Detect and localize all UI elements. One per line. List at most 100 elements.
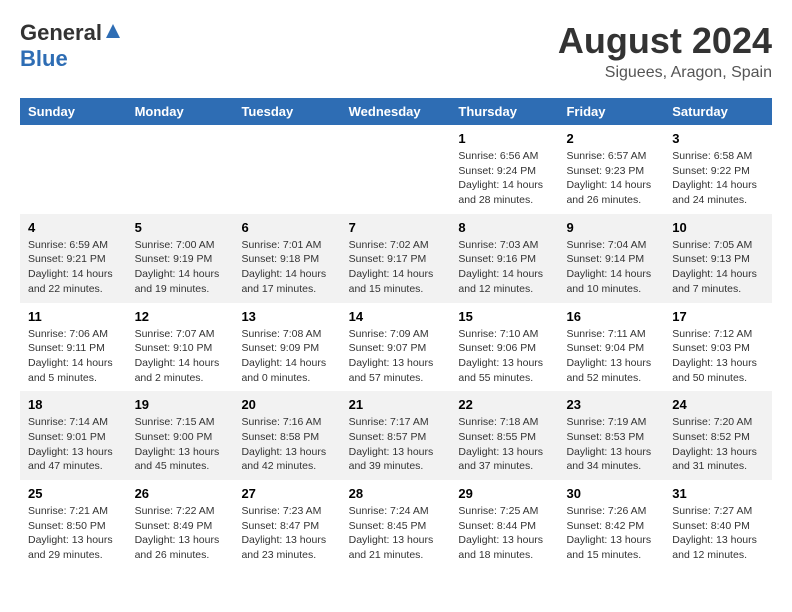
week-row-2: 4 Sunrise: 6:59 AM Sunset: 9:21 PM Daylig…	[20, 214, 772, 303]
header-row: SundayMondayTuesdayWednesdayThursdayFrid…	[20, 98, 772, 125]
week-row-5: 25Sunrise: 7:21 AM Sunset: 8:50 PM Dayli…	[20, 480, 772, 569]
calendar-cell: 22Sunrise: 7:18 AM Sunset: 8:55 PM Dayli…	[450, 391, 558, 480]
logo-general-text: General	[20, 20, 102, 46]
header-day-wednesday: Wednesday	[341, 98, 451, 125]
day-number: 15	[458, 309, 550, 324]
calendar-cell: 9 Sunrise: 7:04 AM Sunset: 9:14 PM Daylig…	[558, 214, 664, 303]
calendar-cell: 29 Sunrise: 7:25 AM Sunset: 8:44 PM Dayli…	[450, 480, 558, 569]
day-number: 9	[566, 220, 656, 235]
day-number: 21	[349, 397, 443, 412]
day-info: Sunrise: 7:22 AM Sunset: 8:49 PM Dayligh…	[135, 504, 226, 563]
day-number: 2	[566, 131, 656, 146]
week-row-4: 18 Sunrise: 7:14 AM Sunset: 9:01 PM Dayli…	[20, 391, 772, 480]
day-info: Sunrise: 7:23 AM Sunset: 8:47 PM Dayligh…	[241, 504, 332, 563]
day-info: Sunrise: 6:59 AM Sunset: 9:21 PM Dayligh…	[28, 238, 119, 297]
calendar-header: SundayMondayTuesdayWednesdayThursdayFrid…	[20, 98, 772, 125]
day-number: 10	[672, 220, 764, 235]
day-number: 5	[135, 220, 226, 235]
calendar-cell: 19 Sunrise: 7:15 AM Sunset: 9:00 PM Dayli…	[127, 391, 234, 480]
calendar-cell: 23 Sunrise: 7:19 AM Sunset: 8:53 PM Dayli…	[558, 391, 664, 480]
header-day-thursday: Thursday	[450, 98, 558, 125]
calendar-cell: 10 Sunrise: 7:05 AM Sunset: 9:13 PM Dayli…	[664, 214, 772, 303]
calendar-cell: 17 Sunrise: 7:12 AM Sunset: 9:03 PM Dayli…	[664, 303, 772, 392]
day-info: Sunrise: 6:57 AM Sunset: 9:23 PM Dayligh…	[566, 149, 656, 208]
day-number: 17	[672, 309, 764, 324]
day-info: Sunrise: 7:06 AM Sunset: 9:11 PM Dayligh…	[28, 327, 119, 386]
calendar-cell: 3 Sunrise: 6:58 AM Sunset: 9:22 PM Daylig…	[664, 125, 772, 214]
calendar-cell: 15 Sunrise: 7:10 AM Sunset: 9:06 PM Dayli…	[450, 303, 558, 392]
calendar-cell: 20 Sunrise: 7:16 AM Sunset: 8:58 PM Dayli…	[233, 391, 340, 480]
day-info: Sunrise: 7:24 AM Sunset: 8:45 PM Dayligh…	[349, 504, 443, 563]
day-info: Sunrise: 7:20 AM Sunset: 8:52 PM Dayligh…	[672, 415, 764, 474]
calendar-cell: 8Sunrise: 7:03 AM Sunset: 9:16 PM Daylig…	[450, 214, 558, 303]
calendar-cell: 18 Sunrise: 7:14 AM Sunset: 9:01 PM Dayli…	[20, 391, 127, 480]
header-day-tuesday: Tuesday	[233, 98, 340, 125]
day-info: Sunrise: 7:05 AM Sunset: 9:13 PM Dayligh…	[672, 238, 764, 297]
calendar-cell	[127, 125, 234, 214]
day-info: Sunrise: 7:25 AM Sunset: 8:44 PM Dayligh…	[458, 504, 550, 563]
day-number: 24	[672, 397, 764, 412]
logo-icon	[104, 22, 122, 40]
day-info: Sunrise: 7:26 AM Sunset: 8:42 PM Dayligh…	[566, 504, 656, 563]
day-info: Sunrise: 7:17 AM Sunset: 8:57 PM Dayligh…	[349, 415, 443, 474]
calendar-cell	[341, 125, 451, 214]
day-info: Sunrise: 7:14 AM Sunset: 9:01 PM Dayligh…	[28, 415, 119, 474]
calendar-cell: 12Sunrise: 7:07 AM Sunset: 9:10 PM Dayli…	[127, 303, 234, 392]
calendar-cell: 26Sunrise: 7:22 AM Sunset: 8:49 PM Dayli…	[127, 480, 234, 569]
day-number: 8	[458, 220, 550, 235]
day-info: Sunrise: 7:07 AM Sunset: 9:10 PM Dayligh…	[135, 327, 226, 386]
day-number: 11	[28, 309, 119, 324]
calendar-cell: 11 Sunrise: 7:06 AM Sunset: 9:11 PM Dayli…	[20, 303, 127, 392]
calendar-cell: 28Sunrise: 7:24 AM Sunset: 8:45 PM Dayli…	[341, 480, 451, 569]
day-info: Sunrise: 7:09 AM Sunset: 9:07 PM Dayligh…	[349, 327, 443, 386]
calendar-cell: 24 Sunrise: 7:20 AM Sunset: 8:52 PM Dayli…	[664, 391, 772, 480]
day-number: 7	[349, 220, 443, 235]
day-info: Sunrise: 7:01 AM Sunset: 9:18 PM Dayligh…	[241, 238, 332, 297]
calendar-cell: 14Sunrise: 7:09 AM Sunset: 9:07 PM Dayli…	[341, 303, 451, 392]
day-number: 25	[28, 486, 119, 501]
calendar-cell: 6Sunrise: 7:01 AM Sunset: 9:18 PM Daylig…	[233, 214, 340, 303]
logo-blue-text: Blue	[20, 46, 68, 72]
day-number: 27	[241, 486, 332, 501]
day-info: Sunrise: 7:11 AM Sunset: 9:04 PM Dayligh…	[566, 327, 656, 386]
day-info: Sunrise: 6:56 AM Sunset: 9:24 PM Dayligh…	[458, 149, 550, 208]
week-row-3: 11 Sunrise: 7:06 AM Sunset: 9:11 PM Dayli…	[20, 303, 772, 392]
logo: General Blue	[20, 20, 122, 72]
day-number: 3	[672, 131, 764, 146]
day-number: 23	[566, 397, 656, 412]
calendar-cell: 4 Sunrise: 6:59 AM Sunset: 9:21 PM Daylig…	[20, 214, 127, 303]
day-info: Sunrise: 7:02 AM Sunset: 9:17 PM Dayligh…	[349, 238, 443, 297]
day-info: Sunrise: 7:12 AM Sunset: 9:03 PM Dayligh…	[672, 327, 764, 386]
calendar-cell: 13Sunrise: 7:08 AM Sunset: 9:09 PM Dayli…	[233, 303, 340, 392]
calendar-cell: 25Sunrise: 7:21 AM Sunset: 8:50 PM Dayli…	[20, 480, 127, 569]
day-info: Sunrise: 7:19 AM Sunset: 8:53 PM Dayligh…	[566, 415, 656, 474]
day-number: 31	[672, 486, 764, 501]
calendar-cell: 5Sunrise: 7:00 AM Sunset: 9:19 PM Daylig…	[127, 214, 234, 303]
day-info: Sunrise: 7:04 AM Sunset: 9:14 PM Dayligh…	[566, 238, 656, 297]
calendar-cell	[233, 125, 340, 214]
day-info: Sunrise: 7:18 AM Sunset: 8:55 PM Dayligh…	[458, 415, 550, 474]
calendar-cell: 30Sunrise: 7:26 AM Sunset: 8:42 PM Dayli…	[558, 480, 664, 569]
calendar-body: 1Sunrise: 6:56 AM Sunset: 9:24 PM Daylig…	[20, 125, 772, 569]
day-info: Sunrise: 6:58 AM Sunset: 9:22 PM Dayligh…	[672, 149, 764, 208]
calendar-cell: 16Sunrise: 7:11 AM Sunset: 9:04 PM Dayli…	[558, 303, 664, 392]
day-number: 18	[28, 397, 119, 412]
day-info: Sunrise: 7:27 AM Sunset: 8:40 PM Dayligh…	[672, 504, 764, 563]
day-number: 19	[135, 397, 226, 412]
header-day-saturday: Saturday	[664, 98, 772, 125]
day-info: Sunrise: 7:16 AM Sunset: 8:58 PM Dayligh…	[241, 415, 332, 474]
day-number: 20	[241, 397, 332, 412]
header-day-monday: Monday	[127, 98, 234, 125]
calendar-cell: 21 Sunrise: 7:17 AM Sunset: 8:57 PM Dayli…	[341, 391, 451, 480]
day-number: 29	[458, 486, 550, 501]
calendar-cell: 2 Sunrise: 6:57 AM Sunset: 9:23 PM Daylig…	[558, 125, 664, 214]
day-info: Sunrise: 7:10 AM Sunset: 9:06 PM Dayligh…	[458, 327, 550, 386]
title-section: August 2024 Siguees, Aragon, Spain	[558, 20, 772, 82]
day-info: Sunrise: 7:15 AM Sunset: 9:00 PM Dayligh…	[135, 415, 226, 474]
day-number: 4	[28, 220, 119, 235]
header-day-friday: Friday	[558, 98, 664, 125]
calendar-cell	[20, 125, 127, 214]
page-header: General Blue August 2024 Siguees, Aragon…	[20, 20, 772, 82]
header-day-sunday: Sunday	[20, 98, 127, 125]
day-info: Sunrise: 7:08 AM Sunset: 9:09 PM Dayligh…	[241, 327, 332, 386]
